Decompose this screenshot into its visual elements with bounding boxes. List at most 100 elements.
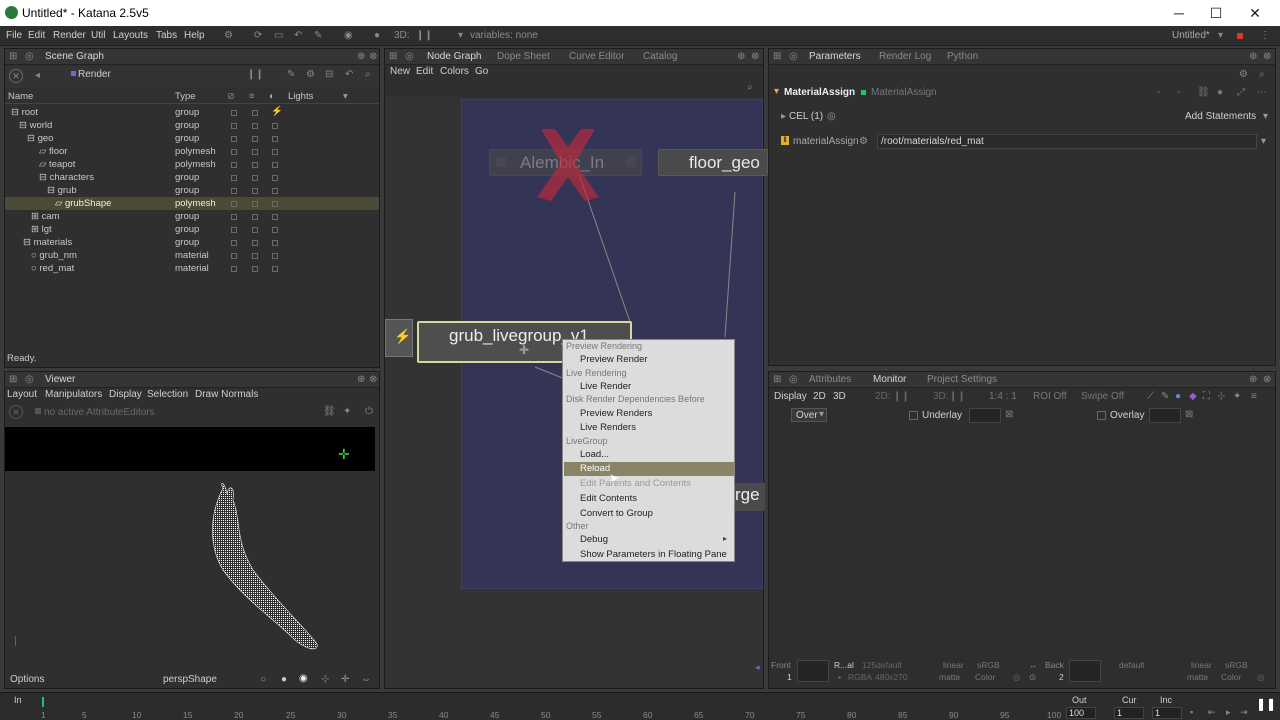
material-path-input[interactable]: /root/materials/red_mat [877,134,1257,149]
pane-close-icon[interactable]: ⊗ [369,51,377,62]
param-help-icon[interactable]: ⚙ [859,136,868,147]
wrench-icon[interactable]: ⤢ [1237,87,1245,98]
menu-manipulators[interactable]: Manipulators [45,389,102,400]
row-layer-checkbox[interactable] [252,214,258,220]
table-row[interactable]: ⊟ materials group [5,236,379,249]
current-frame-marker[interactable] [42,697,44,707]
pane-menu-icon[interactable]: ⊞ [389,51,397,62]
expand-icon[interactable]: ⊞ [31,211,39,222]
menu-item-convert-to-group[interactable]: Convert to Group [580,508,653,519]
pane-float-icon[interactable]: ⊕ [357,51,365,62]
front-color-dropdown[interactable]: Color [975,672,995,682]
side-node[interactable]: ⚡ [385,319,413,357]
row-visibility-checkbox[interactable] [231,214,237,220]
floor-geo-node[interactable]: floor_geo [658,149,768,176]
menu-draw-normals[interactable]: Draw Normals [195,389,258,400]
pencil-icon[interactable]: ⟋ [1147,391,1154,402]
row-layer-checkbox[interactable] [252,201,258,207]
lock-icon[interactable]: ▪ [838,672,841,682]
pause-icon[interactable]: ❙❙ [247,69,264,80]
pane-options-icon[interactable]: ◎ [789,374,798,385]
swap-icon[interactable]: ↔ [1029,660,1038,670]
expand-icon[interactable]: ⊟ [47,185,55,196]
forward-icon[interactable]: ⇥ [1240,707,1248,718]
project-dropdown[interactable]: Untitled* [1172,30,1210,41]
eye-icon[interactable]: ● [1217,87,1223,98]
underlay-checkbox[interactable] [909,411,918,420]
row-light-checkbox[interactable] [272,136,278,142]
eyedropper-icon[interactable]: ✎ [1161,391,1169,402]
table-row[interactable]: ⊟ characters group [5,171,379,184]
fit-icon[interactable]: ⛶ [1203,391,1210,402]
menu-edit[interactable]: Edit [416,66,433,77]
zoom-ratio-dropdown[interactable]: 1:4 : 1 [989,391,1017,402]
row-layer-checkbox[interactable] [252,110,258,116]
mode-2d-button[interactable]: 2D [813,391,826,402]
back-display-dropdown[interactable]: sRGB [1225,660,1248,670]
table-row[interactable]: ⊞ lgt group [5,223,379,236]
pause-2d-icon[interactable]: ❙❙ [893,391,910,402]
overlay-clear-icon[interactable]: ⊠ [1185,409,1193,420]
front-input[interactable] [797,660,829,682]
row-light-checkbox[interactable] [272,253,278,259]
settings-icon[interactable]: ⚙ [1239,69,1248,80]
cel-help-icon[interactable]: ◎ [827,111,836,122]
front-matte-dropdown[interactable]: matte [939,672,960,682]
menu-item-edit-contents[interactable]: Edit Contents [580,493,637,504]
pin-icon[interactable]: ✦ [1233,391,1241,402]
merge-node[interactable]: rge [733,483,765,511]
cur-frame-input[interactable]: 1 [1114,707,1144,719]
table-row[interactable]: ○ red_mat material [5,262,379,275]
pen-icon[interactable]: ✎ [287,69,295,80]
tab-attributes[interactable]: Attributes [809,374,851,385]
inc-input[interactable]: 1 [1152,707,1182,719]
stop-render-icon[interactable] [1237,33,1243,39]
menu-item-preview-renders[interactable]: Preview Renders [580,408,652,419]
row-visibility-checkbox[interactable] [231,201,237,207]
add-statements-button[interactable]: Add Statements [1185,111,1256,122]
layers-icon[interactable]: ≡ [1251,391,1257,402]
link-icon[interactable]: ⛓ [1197,87,1210,98]
node-name[interactable]: MaterialAssign [784,87,855,98]
lock-icon[interactable]: ▭ [274,30,283,41]
row-visibility-checkbox[interactable] [231,227,237,233]
pane-options-icon[interactable]: ◎ [25,51,34,62]
lock-icon[interactable]: ◦ [1177,87,1181,98]
tab-dope-sheet[interactable]: Dope Sheet [497,51,550,62]
pane-float-icon[interactable]: ⊕ [737,51,745,62]
table-row[interactable]: ⊟ world group [5,119,379,132]
back-matte-dropdown[interactable]: matte [1187,672,1208,682]
front-colorspace-dropdown[interactable]: linear [943,660,964,670]
pane-menu-icon[interactable]: ⊞ [773,374,781,385]
row-visibility-checkbox[interactable] [231,240,237,246]
tab-render-log[interactable]: Render Log [879,51,931,62]
clear-icon[interactable]: ✕ [9,69,23,83]
ortho-icon[interactable]: ○ [260,674,266,685]
channel-icon[interactable]: ◆ [1189,391,1197,402]
minimize-button[interactable]: ─ [1164,3,1194,23]
record-icon[interactable]: ◉ [299,673,308,684]
underlay-clear-icon[interactable]: ⊠ [1005,409,1013,420]
tab-project-settings[interactable]: Project Settings [927,374,997,385]
row-layer-checkbox[interactable] [252,162,258,168]
back-arrow-icon[interactable]: ◂ [35,70,40,81]
project-chevron-icon[interactable]: ▾ [1218,30,1223,41]
scroll-arrow-icon[interactable]: ◂ [755,662,760,673]
row-layer-checkbox[interactable] [252,227,258,233]
play-icon[interactable]: ▸ [1226,707,1231,718]
tab-scene-graph[interactable]: Scene Graph [45,51,104,62]
camera-selector[interactable]: perspShape [163,674,217,685]
link-icon[interactable]: ⛓ [323,406,336,417]
step-back-icon[interactable]: ▪ [1190,707,1193,717]
expand-icon[interactable]: ⊟ [39,172,47,183]
pane-close-icon[interactable]: ⊗ [751,51,759,62]
row-visibility-checkbox[interactable] [231,110,237,116]
row-light-checkbox[interactable] [272,227,278,233]
column-lights[interactable]: Lights [288,91,313,102]
row-light-checkbox[interactable] [272,149,278,155]
refresh-icon[interactable]: ⟳ [254,30,262,41]
menu-go[interactable]: Go [475,66,488,77]
row-visibility-checkbox[interactable] [231,266,237,272]
overlay-checkbox[interactable] [1097,411,1106,420]
pane-close-icon[interactable]: ⊗ [1263,51,1271,62]
